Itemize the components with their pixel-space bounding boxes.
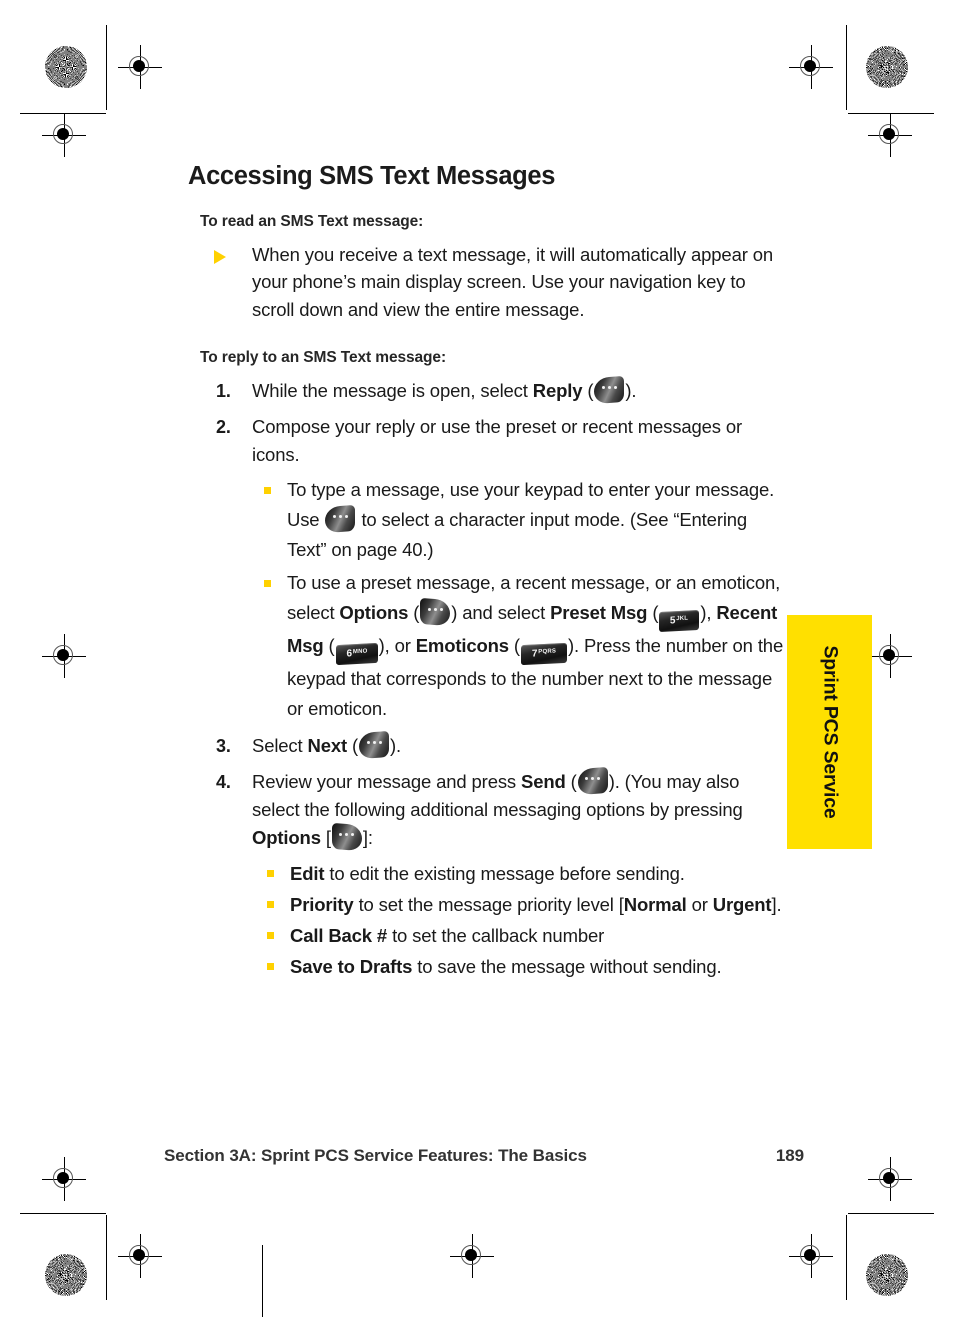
step-bold-reply: Reply (532, 379, 583, 401)
square-bullet-icon (267, 931, 274, 939)
page-title: Accessing SMS Text Messages (188, 162, 556, 190)
left-softkey-icon (359, 730, 390, 759)
paren-open: ( (647, 601, 659, 623)
step-number: 1. (216, 380, 231, 401)
keypad-key-7-icon: 7 PQRS (520, 642, 567, 666)
step-2-sub-bullets: To type a message, use your keypad to en… (252, 475, 788, 724)
text-and-select: ) and select (451, 601, 551, 623)
step-item-4: 4. Review your message and press Send ()… (188, 766, 788, 980)
step-text: Compose your reply or use the preset or … (252, 415, 743, 465)
step-number: 4. (216, 771, 231, 792)
arrow-bullet-icon (214, 250, 226, 264)
step-text-prefix: Select (252, 734, 308, 756)
paren-open: ( (323, 634, 335, 656)
option-item-save-to-drafts: Save to Drafts to save the message witho… (252, 953, 788, 980)
key-digit: 6 (346, 648, 352, 660)
step-text-prefix: Review your message and press (252, 770, 522, 792)
right-softkey-icon (331, 822, 362, 851)
option-item-call-back: Call Back # to set the callback number (252, 922, 788, 949)
option-description: to set the callback number (387, 924, 605, 946)
keypad-key-5-icon: 5 JKL (659, 609, 700, 632)
option-label: Edit (290, 862, 325, 884)
sub-bullet-type-message: To type a message, use your keypad to en… (252, 475, 788, 565)
option-description-end: ]. (771, 893, 782, 915)
step-item-2: 2. Compose your reply or use the preset … (188, 413, 788, 724)
arrow-bullet-text: When you receive a text message, it will… (252, 244, 773, 320)
text-comma: ), (700, 601, 717, 623)
bold-emoticons: Emoticons (415, 634, 509, 656)
option-label: Priority (290, 893, 354, 915)
square-bullet-icon (267, 900, 274, 908)
option-conjunction: or (686, 893, 713, 915)
paren-open: ( (347, 734, 359, 756)
bold-preset-msg: Preset Msg (550, 601, 648, 623)
step-number: 2. (216, 416, 231, 437)
section-side-tab: Sprint PCS Service (787, 615, 872, 849)
step-bold-send: Send (521, 770, 566, 792)
text-or: ), or (378, 634, 416, 656)
subhead-reply-sms: To reply to an SMS Text message: (200, 348, 447, 366)
square-bullet-icon (267, 962, 274, 970)
option-value-normal: Normal (623, 893, 687, 915)
paren-open: ( (408, 601, 420, 623)
left-softkey-icon (577, 766, 608, 795)
step-item-3: 3. Select Next (). (188, 730, 788, 760)
paren-open: ( (582, 379, 594, 401)
option-description: to save the message without sending. (412, 955, 722, 977)
key-digit: 7 (531, 648, 538, 660)
sub-bullet-text-part2: to select a character input mode. (See “… (287, 508, 748, 560)
reply-steps-list: 1. While the message is open, select Rep… (188, 375, 788, 980)
key-letters: PQRS (538, 648, 557, 656)
footer-section-title: Section 3A: Sprint PCS Service Features:… (164, 1146, 587, 1165)
bold-options: Options (339, 601, 409, 623)
manual-page: Accessing SMS Text Messages To read an S… (0, 0, 954, 1323)
paren-open: ( (508, 634, 520, 656)
square-bullet-icon (264, 486, 271, 494)
step-text-prefix: While the message is open, select (252, 379, 533, 401)
square-bullet-icon (267, 869, 274, 877)
left-softkey-icon (594, 375, 625, 404)
subhead-read-sms: To read an SMS Text message: (200, 213, 424, 230)
footer-page-number: 189 (775, 1146, 804, 1165)
option-item-priority: Priority to set the message priority lev… (252, 891, 788, 918)
page-content: Accessing SMS Text Messages To read an S… (188, 162, 788, 988)
keypad-key-6-icon: 6 MNO (335, 642, 378, 665)
step-number: 3. (216, 735, 231, 756)
option-value-urgent: Urgent (712, 893, 772, 915)
option-description: to set the message priority level [ (353, 893, 624, 915)
step-item-1: 1. While the message is open, select Rep… (188, 375, 788, 405)
left-softkey-icon (325, 504, 356, 533)
step-bold-options: Options (252, 826, 321, 848)
messaging-options-list: Edit to edit the existing message before… (252, 860, 788, 980)
bracket-close: ]: (362, 826, 373, 848)
page-footer: Section 3A: Sprint PCS Service Features:… (164, 1146, 804, 1166)
paren-open: ( (565, 770, 577, 792)
option-description: to edit the existing message before send… (324, 862, 685, 884)
option-label: Save to Drafts (290, 955, 413, 977)
step-bold-next: Next (307, 734, 348, 756)
sub-bullet-preset-message: To use a preset message, a recent messag… (252, 568, 788, 724)
square-bullet-icon (264, 579, 271, 587)
arrow-bullet-item: When you receive a text message, it will… (188, 241, 788, 323)
key-letters: MNO (352, 648, 368, 656)
side-tab-label: Sprint PCS Service (819, 645, 841, 819)
right-softkey-icon (420, 597, 451, 626)
paren-close: ). (625, 379, 637, 401)
bracket-open: [ (320, 826, 331, 848)
option-item-edit: Edit to edit the existing message before… (252, 860, 788, 887)
key-letters: JKL (676, 615, 689, 623)
paren-close: ). (390, 734, 402, 756)
option-label: Call Back # (290, 924, 388, 946)
